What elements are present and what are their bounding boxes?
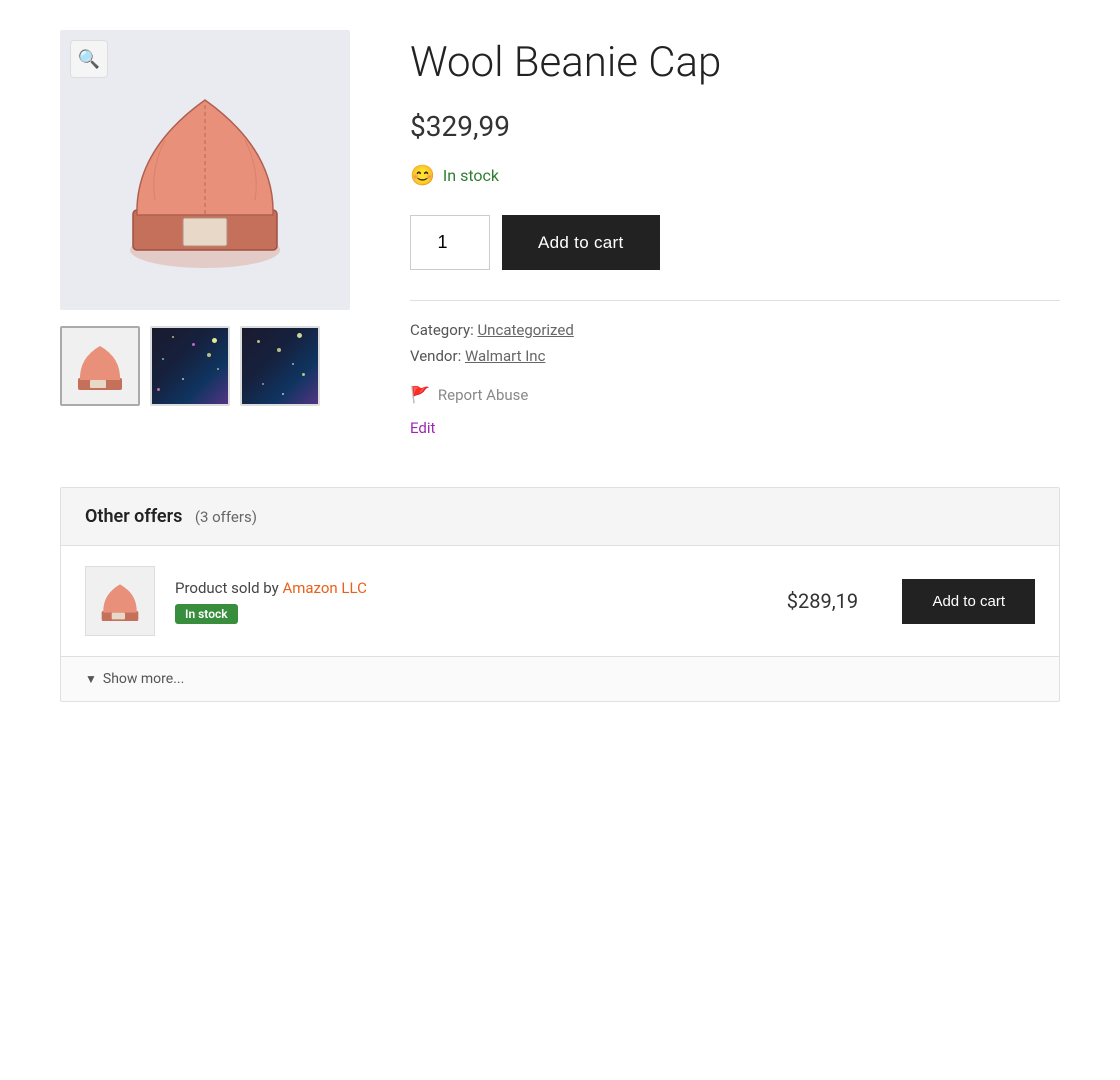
thumbnail-1[interactable]: [60, 326, 140, 406]
offer-in-stock-badge: In stock: [175, 604, 238, 624]
in-stock-icon: 😊: [410, 163, 435, 187]
product-images: 🔍: [60, 30, 350, 437]
sparkle-image-2: [152, 328, 228, 404]
other-offers-heading: Other offers: [85, 506, 182, 527]
category-link[interactable]: Uncategorized: [477, 321, 573, 339]
product-meta: Category: Uncategorized Vendor: Walmart …: [410, 300, 1060, 365]
flag-icon: 🚩: [410, 385, 430, 404]
other-offers-header: Other offers (3 offers): [61, 488, 1059, 545]
main-product-image: [115, 70, 295, 270]
report-abuse[interactable]: 🚩 Report Abuse: [410, 385, 1060, 404]
stock-status: 😊 In stock: [410, 163, 1060, 187]
seller-link[interactable]: Amazon LLC: [282, 579, 366, 597]
vendor-line: Vendor: Walmart Inc: [410, 347, 1060, 365]
add-to-cart-button[interactable]: Add to cart: [502, 215, 660, 270]
sold-by-text: Product sold by Amazon LLC: [175, 579, 742, 597]
show-more-label: Show more...: [103, 671, 184, 687]
product-section: 🔍: [60, 30, 1060, 437]
show-more-row[interactable]: ▼ Show more...: [61, 656, 1059, 701]
thumbnails: [60, 326, 350, 406]
sparkle-image-3: [242, 328, 318, 404]
product-price: $329,99: [410, 110, 1060, 143]
product-title: Wool Beanie Cap: [410, 40, 1060, 86]
main-image-wrapper: 🔍: [60, 30, 350, 310]
zoom-icon: 🔍: [78, 49, 100, 70]
thumbnail-2[interactable]: [150, 326, 230, 406]
other-offers-section: Other offers (3 offers) Product sold by …: [60, 487, 1060, 702]
vendor-label: Vendor:: [410, 347, 461, 365]
edit-link[interactable]: Edit: [410, 419, 435, 437]
category-label: Category:: [410, 321, 474, 339]
sold-by-prefix: Product sold by: [175, 579, 282, 597]
offer-price: $289,19: [762, 589, 882, 613]
offers-count: (3 offers): [195, 508, 257, 526]
stock-label: In stock: [443, 166, 499, 185]
offer-details: Product sold by Amazon LLC In stock: [175, 579, 742, 624]
offer-thumbnail: [85, 566, 155, 636]
offer-add-to-cart-button[interactable]: Add to cart: [902, 579, 1035, 624]
vendor-link[interactable]: Walmart Inc: [465, 347, 545, 365]
offer-row: Product sold by Amazon LLC In stock $289…: [61, 545, 1059, 656]
product-info: Wool Beanie Cap $329,99 😊 In stock Add t…: [410, 30, 1060, 437]
zoom-button[interactable]: 🔍: [70, 40, 108, 78]
category-line: Category: Uncategorized: [410, 321, 1060, 339]
report-abuse-label: Report Abuse: [438, 386, 528, 404]
thumbnail-3[interactable]: [240, 326, 320, 406]
add-to-cart-row: Add to cart: [410, 215, 1060, 270]
show-more-arrow-icon: ▼: [85, 672, 97, 686]
quantity-input[interactable]: [410, 215, 490, 270]
